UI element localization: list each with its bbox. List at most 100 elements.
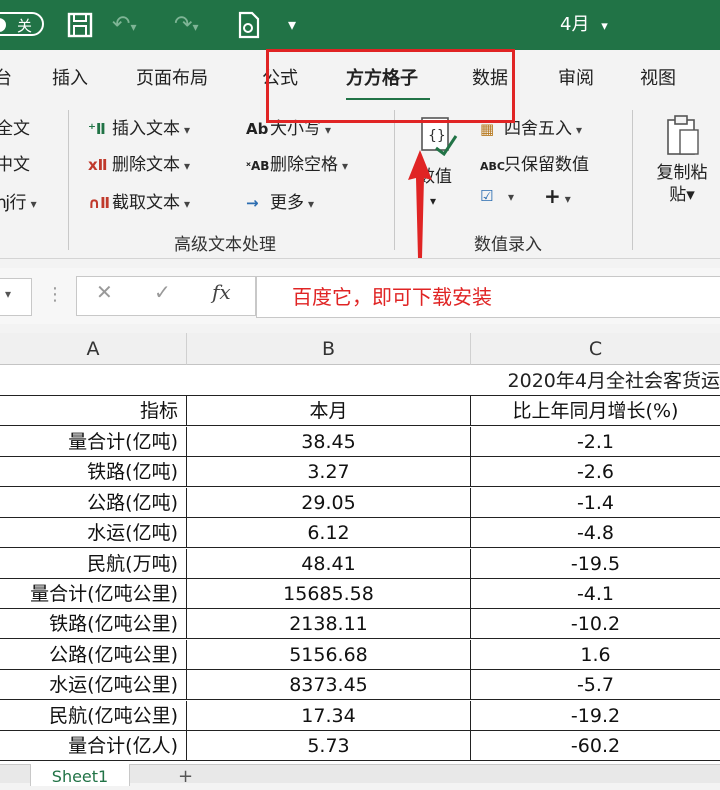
plus-button[interactable]: + ▾ xyxy=(544,184,571,208)
table-cell-a[interactable]: 公路(亿吨公里) xyxy=(0,640,187,670)
table-cell-b[interactable]: 38.45 xyxy=(187,427,471,457)
table-cell-b[interactable]: 5.73 xyxy=(187,731,471,761)
name-box[interactable]: ▾ xyxy=(0,278,32,316)
keep-value-button[interactable]: ABC只保留数值 xyxy=(480,150,589,175)
resize-handle-icon[interactable]: ⋮ xyxy=(46,284,64,305)
table-cell-c[interactable]: -5.7 xyxy=(471,670,720,700)
table-cell-c[interactable]: -2.1 xyxy=(471,427,720,457)
delete-text-icon: ⅹⅡ xyxy=(88,156,108,174)
highlight-box xyxy=(266,49,515,123)
chevron-down-icon: ▾ xyxy=(184,123,191,137)
table-cell-c[interactable]: -1.4 xyxy=(471,488,720,518)
header-cell-b[interactable]: 本月 xyxy=(187,396,471,426)
copy-paste-button[interactable]: 复制粘 贴▾ xyxy=(650,114,714,224)
table-cell-a[interactable]: 铁路(亿吨) xyxy=(0,457,187,487)
table-cell-c[interactable]: 1.6 xyxy=(471,640,720,670)
more-button[interactable]: → 更多 ▾ xyxy=(246,188,314,213)
remove-spaces-label: 删除空格 xyxy=(270,155,338,175)
tab-review[interactable]: 审阅 xyxy=(558,64,594,90)
chevron-down-icon: ▾ xyxy=(308,197,315,211)
header-cell-a[interactable]: 指标 xyxy=(0,396,187,426)
table-cell-c[interactable]: -2.6 xyxy=(471,457,720,487)
table-cell-a[interactable]: 民航(万吨) xyxy=(0,549,187,579)
ribbon-left-item-1[interactable]: 全文 xyxy=(0,114,30,139)
clipboard-icon xyxy=(667,115,699,155)
chevron-down-icon: ▾ xyxy=(576,123,583,137)
column-header-a[interactable]: A xyxy=(0,333,187,365)
table-cell-b[interactable]: 17.34 xyxy=(187,701,471,731)
tab-partial[interactable]: 台 xyxy=(0,64,12,90)
title-bar: 关 ↶▾ ↷▾ ▾ 4月 ▾ xyxy=(0,0,720,50)
table-cell-b[interactable]: 5156.68 xyxy=(187,640,471,670)
table-cell-a[interactable]: 水运(亿吨公里) xyxy=(0,670,187,700)
column-header-b[interactable]: B xyxy=(187,333,471,365)
remove-spaces-icon: ˣAB xyxy=(246,159,270,173)
column-header-c[interactable]: C xyxy=(471,333,720,365)
table-cell-a[interactable]: 水运(亿吨) xyxy=(0,518,187,548)
text-group-label: 高级文本处理 xyxy=(174,235,276,255)
document-title[interactable]: 4月 ▾ xyxy=(560,0,608,52)
table-cell-a[interactable]: 公路(亿吨) xyxy=(0,488,187,518)
insert-text-icon: ⁺Ⅱ xyxy=(88,120,106,138)
table-cell-b[interactable]: 8373.45 xyxy=(187,670,471,700)
insert-function-icon[interactable]: fx xyxy=(212,280,231,304)
toggle-knob xyxy=(0,18,6,32)
tab-view[interactable]: 视图 xyxy=(640,64,676,90)
cut-text-button[interactable]: ∩Ⅱ 截取文本 ▾ xyxy=(88,188,190,213)
toggle-label: 关 xyxy=(16,17,32,35)
sheet-title-cell[interactable]: 2020年4月全社会客货运 xyxy=(0,366,720,396)
chevron-down-icon: ▾ xyxy=(30,197,37,211)
chevron-down-icon: ▾ xyxy=(325,123,332,137)
table-cell-a[interactable]: 量合计(亿人) xyxy=(0,731,187,761)
formula-annotation: 百度它，即可下载安装 xyxy=(292,285,492,309)
cancel-icon[interactable]: ✕ xyxy=(96,280,113,304)
table-cell-a[interactable]: 量合计(亿吨公里) xyxy=(0,579,187,609)
insert-text-button[interactable]: ⁺Ⅱ 插入文本 ▾ xyxy=(88,114,190,139)
table-cell-c[interactable]: -60.2 xyxy=(471,731,720,761)
table-cell-b[interactable]: 48.41 xyxy=(187,549,471,579)
keep-value-label: 只保留数值 xyxy=(504,155,589,175)
table-cell-c[interactable]: -19.5 xyxy=(471,549,720,579)
add-sheet-icon[interactable]: + xyxy=(178,766,193,787)
remove-spaces-button[interactable]: ˣAB删除空格 ▾ xyxy=(246,150,348,175)
table-cell-a[interactable]: 量合计(亿吨) xyxy=(0,427,187,457)
cut-text-icon: ∩Ⅱ xyxy=(88,194,111,212)
table-cell-b[interactable]: 15685.58 xyxy=(187,579,471,609)
insert-text-label: 插入文本 xyxy=(112,119,180,139)
delete-text-button[interactable]: ⅹⅡ 删除文本 ▾ xyxy=(88,150,190,175)
svg-text:{}: {} xyxy=(428,128,446,144)
delete-text-label: 删除文本 xyxy=(112,155,180,175)
table-cell-b[interactable]: 2138.11 xyxy=(187,609,471,639)
undo-icon[interactable]: ↶▾ xyxy=(112,0,136,52)
doc-title-text: 4月 xyxy=(560,14,590,35)
ribbon-left-item-3[interactable]: ǌ行 ▾ xyxy=(0,188,37,213)
red-arrow-icon xyxy=(408,150,432,258)
edit-numbers-button[interactable]: ☑ ▾ xyxy=(480,186,514,206)
table-cell-c[interactable]: -4.1 xyxy=(471,579,720,609)
arrow-right-icon: → xyxy=(246,194,259,212)
redo-icon[interactable]: ↷▾ xyxy=(174,0,198,52)
header-cell-c[interactable]: 比上年同月增长(%) xyxy=(471,396,720,426)
table-cell-a[interactable]: 铁路(亿吨公里) xyxy=(0,609,187,639)
confirm-icon[interactable]: ✓ xyxy=(154,280,171,304)
autosave-toggle[interactable]: 关 xyxy=(0,12,44,36)
table-cell-b[interactable]: 6.12 xyxy=(187,518,471,548)
table-cell-c[interactable]: -4.8 xyxy=(471,518,720,548)
chevron-down-icon: ▾ xyxy=(5,287,12,301)
table-cell-b[interactable]: 29.05 xyxy=(187,488,471,518)
chevron-down-icon: ▾ xyxy=(508,190,515,204)
chevron-down-icon: ▾ xyxy=(184,159,191,173)
keep-value-icon: ABC xyxy=(480,160,505,173)
table-cell-c[interactable]: -10.2 xyxy=(471,609,720,639)
chevron-down-icon: ▾ xyxy=(564,192,571,206)
tab-page-layout[interactable]: 页面布局 xyxy=(136,64,208,90)
table-cell-a[interactable]: 民航(亿吨公里) xyxy=(0,701,187,731)
cut-text-label: 截取文本 xyxy=(112,193,180,213)
table-cell-b[interactable]: 3.27 xyxy=(187,457,471,487)
table-cell-c[interactable]: -19.2 xyxy=(471,701,720,731)
tab-insert[interactable]: 插入 xyxy=(52,64,88,90)
sheet-tab-sheet1[interactable]: Sheet1 xyxy=(30,764,130,786)
ribbon-left-item-2[interactable]: 中文 xyxy=(0,150,30,175)
group-separator xyxy=(68,110,69,250)
customize-qat-icon[interactable]: ▾ xyxy=(288,0,296,50)
